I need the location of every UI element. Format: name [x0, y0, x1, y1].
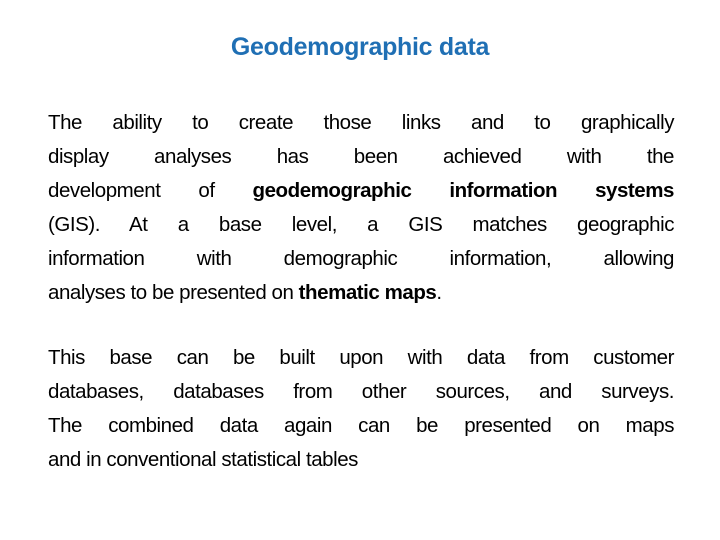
text-run: information with demographic information… [48, 247, 674, 270]
text-run: . [436, 281, 442, 304]
slide-title: Geodemographic data [230, 33, 490, 61]
text-run: This base can be built upon with data fr… [48, 346, 674, 369]
text-line: This base can be built upon with data fr… [48, 341, 674, 375]
text-run: development of [48, 179, 253, 202]
text-line: information with demographic information… [48, 242, 674, 276]
text-line: display analyses has been achieved with … [48, 140, 674, 174]
text-line: analyses to be presented on thematic map… [48, 276, 674, 310]
text-line: (GIS). At a base level, a GIS matches ge… [48, 208, 674, 242]
text-run: display analyses has been achieved with … [48, 145, 674, 168]
text-run: databases, databases from other sources,… [48, 380, 674, 403]
text-run: The combined data again can be presented… [48, 414, 674, 437]
text-line: The ability to create those links and to… [48, 106, 674, 140]
bold-term-gis: geodemographic information systems [252, 179, 675, 202]
paragraph-data-sources: This base can be built upon with data fr… [48, 341, 674, 477]
text-line: The combined data again can be presented… [48, 409, 674, 443]
paragraph-gis-definition: The ability to create those links and to… [48, 106, 674, 310]
text-line: databases, databases from other sources,… [48, 375, 674, 409]
bold-term-thematic-maps: thematic maps [298, 281, 437, 304]
text-line: and in conventional statistical tables [48, 443, 674, 477]
text-line: development of geodemographic informatio… [48, 174, 674, 208]
slide: Geodemographic data The ability to creat… [0, 0, 720, 540]
text-run: (GIS). At a base level, a GIS matches ge… [48, 213, 674, 236]
text-run: and in conventional statistical tables [48, 448, 358, 471]
text-run: The ability to create those links and to… [48, 111, 674, 134]
text-run: analyses to be presented on [48, 281, 299, 304]
